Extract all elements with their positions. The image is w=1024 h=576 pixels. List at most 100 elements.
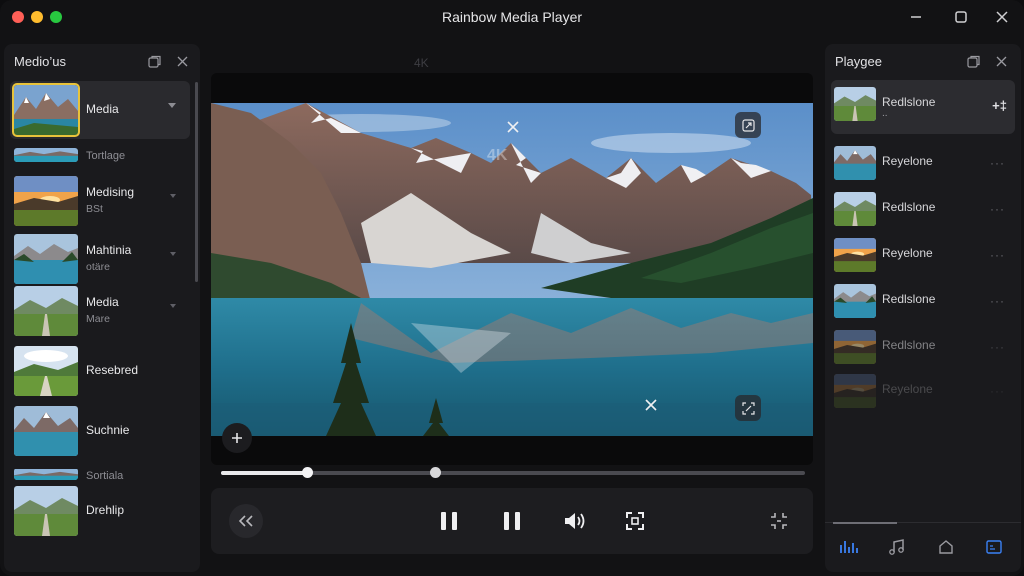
title-bar: Rainbow Media Player — [0, 0, 1024, 34]
playlist-thumbnail — [834, 374, 876, 408]
window-title: Rainbow Media Player — [441, 9, 583, 25]
media-thumbnail — [14, 176, 78, 226]
media-item-title: Resebred — [86, 362, 138, 379]
seek-bar-played — [221, 471, 308, 475]
close-icon[interactable] — [992, 8, 1012, 26]
playlist-thumbnail — [834, 238, 876, 272]
media-item-subtitle: Mare — [86, 313, 110, 325]
buffer-marker[interactable] — [430, 467, 442, 478]
subtitles-icon[interactable] — [983, 538, 1005, 556]
media-item-title: Medising BSt — [86, 184, 134, 218]
playlist-item-title: Redlslone — [882, 95, 936, 109]
media-list-item[interactable]: Suchnie — [10, 402, 190, 460]
video-image — [211, 103, 813, 436]
media-list-item[interactable]: Media Mare — [10, 282, 190, 340]
media-list-item[interactable]: Mahtinia otäre — [10, 230, 190, 288]
pause-icon[interactable] — [494, 503, 530, 539]
chevron-down-icon[interactable] — [170, 304, 176, 308]
rewind-icon[interactable] — [229, 504, 263, 538]
more-options-icon[interactable]: ··· — [990, 294, 1005, 308]
playlist-thumbnail — [834, 146, 876, 180]
chevron-down-icon[interactable] — [170, 252, 176, 256]
playlist-item-subtitle: .. — [882, 108, 888, 119]
media-item-title: Media Mare — [86, 294, 119, 328]
media-thumbnail — [14, 486, 78, 536]
chevron-down-icon[interactable] — [170, 194, 176, 198]
home-icon[interactable] — [935, 538, 957, 556]
media-list-item[interactable]: Tortlage — [10, 144, 190, 166]
more-options-icon[interactable]: ··· — [990, 248, 1005, 262]
playlist-item-title: Reyelone — [882, 154, 933, 168]
media-thumbnail — [12, 83, 80, 137]
media-thumbnail — [14, 346, 78, 396]
copy-icon[interactable] — [965, 53, 981, 69]
volume-icon[interactable] — [557, 503, 593, 539]
tab-indicator — [833, 522, 897, 524]
media-thumbnail — [14, 234, 78, 284]
media-item-title: Media — [86, 101, 119, 118]
media-item-label: Media — [86, 295, 119, 309]
media-item-subtitle: BSt — [86, 203, 103, 215]
media-list-item[interactable]: Media — [10, 81, 190, 139]
playlist-panel: Playgee Redlslone.. +‡ Reyelone ··· Redlslon… — [825, 44, 1021, 572]
video-player[interactable]: 4K — [211, 73, 813, 465]
playlist-item-title: Redlslone — [882, 292, 936, 306]
playlist-item[interactable]: Reyelone ··· — [831, 142, 1015, 188]
expand-icon[interactable] — [761, 503, 797, 539]
close-icon[interactable] — [505, 119, 521, 135]
playlist-item-title: Redlslone — [882, 338, 936, 352]
playlist-item[interactable]: Reyelone ··· — [831, 234, 1015, 280]
seek-bar[interactable] — [221, 467, 805, 478]
media-list-item[interactable]: Resebred — [10, 342, 190, 400]
media-thumbnail — [14, 468, 78, 480]
media-item-label: Resebred — [86, 363, 139, 377]
playlist-item-title: Reyelone — [882, 382, 933, 396]
media-list-item[interactable]: Medising BSt — [10, 172, 190, 230]
more-options-icon[interactable]: ··· — [990, 202, 1005, 216]
media-item-label: Sortiala — [86, 470, 124, 482]
seek-handle[interactable] — [302, 467, 314, 478]
playlist-item[interactable]: Redlslone ··· — [831, 188, 1015, 234]
resolution-overlay-label: 4K — [487, 147, 508, 164]
playlist-item[interactable]: Redlslone ··· — [831, 280, 1015, 326]
close-icon[interactable] — [643, 397, 659, 413]
video-frame[interactable]: 4K — [211, 103, 813, 436]
playlist-thumbnail — [834, 284, 876, 318]
picture-in-picture-icon[interactable] — [735, 112, 761, 138]
playlist-item[interactable]: Redlslone.. +‡ — [831, 80, 1015, 134]
media-item-label: Mahtinia — [86, 243, 132, 257]
playlist-thumbnail — [834, 192, 876, 226]
app-window: Rainbow Media Player Medio’us Media Tortl… — [0, 0, 1024, 576]
media-thumbnail — [14, 406, 78, 456]
playlist-item-title: Redlslone — [882, 200, 936, 214]
minimize-icon[interactable] — [906, 8, 926, 26]
music-icon[interactable] — [886, 538, 908, 556]
scrollbar[interactable] — [195, 82, 198, 282]
close-icon[interactable] — [993, 53, 1009, 69]
media-item-title: Tortlage — [86, 148, 125, 165]
maximize-icon[interactable] — [951, 8, 971, 26]
playback-controls — [211, 488, 813, 554]
media-list-item[interactable]: Drehlip — [10, 482, 190, 540]
more-options-icon[interactable]: ··· — [990, 156, 1005, 170]
equalizer-icon[interactable] — [838, 538, 860, 556]
media-thumbnail — [14, 148, 78, 162]
copy-icon[interactable] — [146, 53, 162, 69]
playlist-thumbnail — [834, 330, 876, 364]
resolution-label: 4K — [414, 56, 429, 70]
add-to-queue-icon[interactable]: +‡ — [992, 98, 1007, 113]
chevron-down-icon[interactable] — [168, 103, 176, 108]
playlist-item[interactable]: Reyelone ··· — [831, 370, 1015, 416]
pause-icon[interactable] — [431, 503, 467, 539]
panel-title: Playgee — [835, 54, 882, 69]
fit-screen-icon[interactable] — [735, 395, 761, 421]
media-list-item[interactable]: Sortiala — [10, 464, 190, 484]
media-item-label: Medising — [86, 185, 135, 199]
playlist-item[interactable]: Redlslone ··· — [831, 326, 1015, 372]
add-icon[interactable] — [222, 423, 252, 453]
more-options-icon[interactable]: ··· — [990, 384, 1005, 398]
fullscreen-icon[interactable] — [617, 503, 653, 539]
media-item-title: Suchnie — [86, 422, 129, 439]
more-options-icon[interactable]: ··· — [990, 340, 1005, 354]
close-icon[interactable] — [174, 53, 190, 69]
